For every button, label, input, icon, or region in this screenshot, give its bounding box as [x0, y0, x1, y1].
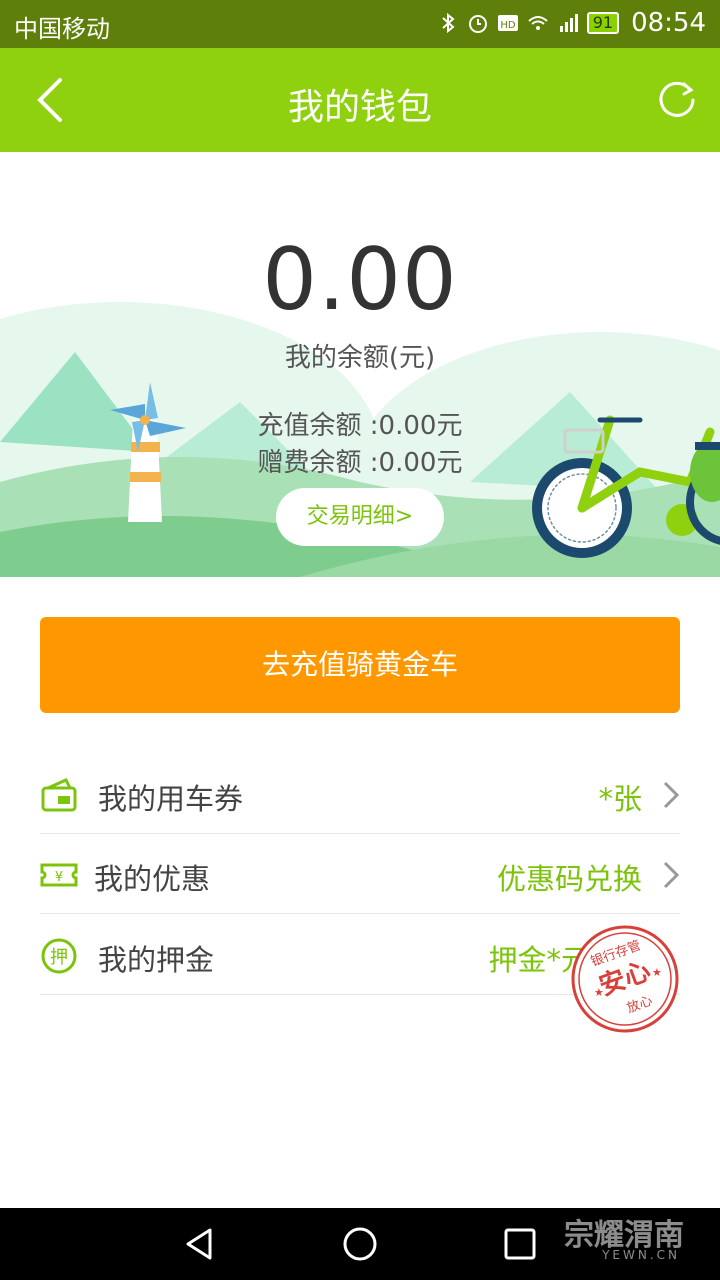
alarm-icon	[468, 15, 487, 33]
menu-item-coupons[interactable]: 我的用车券 *张	[40, 754, 680, 834]
system-nav-bar: 宗耀渭南 YEWN.CN	[0, 1208, 720, 1280]
menu-item-label: 我的优惠	[94, 862, 211, 896]
svg-text:押: 押	[50, 947, 68, 968]
chevron-right-icon	[663, 861, 680, 889]
app-bar: 我的钱包	[0, 48, 720, 152]
svg-text:¥: ¥	[55, 870, 63, 885]
yen-ticket-icon: ¥	[40, 863, 78, 887]
bluetooth-icon	[442, 12, 455, 34]
page-title: 我的钱包	[287, 87, 432, 128]
menu-item-offers[interactable]: ¥ 我的优惠 优惠码兑换	[40, 834, 680, 914]
svg-text:HD: HD	[500, 20, 516, 31]
clock: 08:54	[631, 8, 706, 38]
bonus-balance: 赠费余额 :0.00元	[257, 448, 463, 478]
transaction-detail-button[interactable]: 交易明细>	[276, 488, 444, 546]
recharge-balance: 充值余额 :0.00元	[257, 411, 463, 441]
menu-item-label: 我的押金	[98, 943, 215, 977]
status-bar: 中国移动 HD 91 08:54	[0, 0, 720, 48]
signal-icon	[559, 14, 578, 32]
bank-custody-stamp: 银行存管 安心 放心 ★ ★	[571, 925, 679, 1033]
menu-item-value: *张	[598, 782, 642, 816]
balance-label: 我的余额(元)	[284, 343, 436, 373]
menu-item-value: 优惠码兑换	[496, 862, 642, 896]
battery-icon: 91	[586, 12, 620, 34]
refresh-icon[interactable]	[656, 78, 698, 120]
balance-amount: 0.00	[262, 230, 458, 330]
wifi-icon	[528, 16, 548, 30]
deposit-icon: 押	[41, 938, 77, 974]
recharge-button[interactable]: 去充值骑黄金车	[40, 617, 680, 713]
nav-home-icon[interactable]	[342, 1226, 378, 1262]
hd-icon: HD	[497, 15, 518, 31]
menu-item-label: 我的用车券	[98, 782, 244, 816]
carrier-name: 中国移动	[14, 15, 110, 43]
balance-hero: 0.00 我的余额(元) 充值余额 :0.00元 赠费余额 :0.00元 交易明…	[0, 152, 720, 577]
watermark-sub: YEWN.CN	[602, 1248, 680, 1262]
nav-back-icon[interactable]	[182, 1226, 218, 1262]
status-icons: HD 91 08:54	[437, 8, 706, 38]
svg-text:★: ★	[594, 986, 604, 999]
chevron-right-icon	[663, 781, 680, 809]
coupon-card-icon	[41, 778, 77, 812]
svg-text:★: ★	[652, 966, 662, 979]
nav-recents-icon[interactable]	[502, 1226, 538, 1262]
